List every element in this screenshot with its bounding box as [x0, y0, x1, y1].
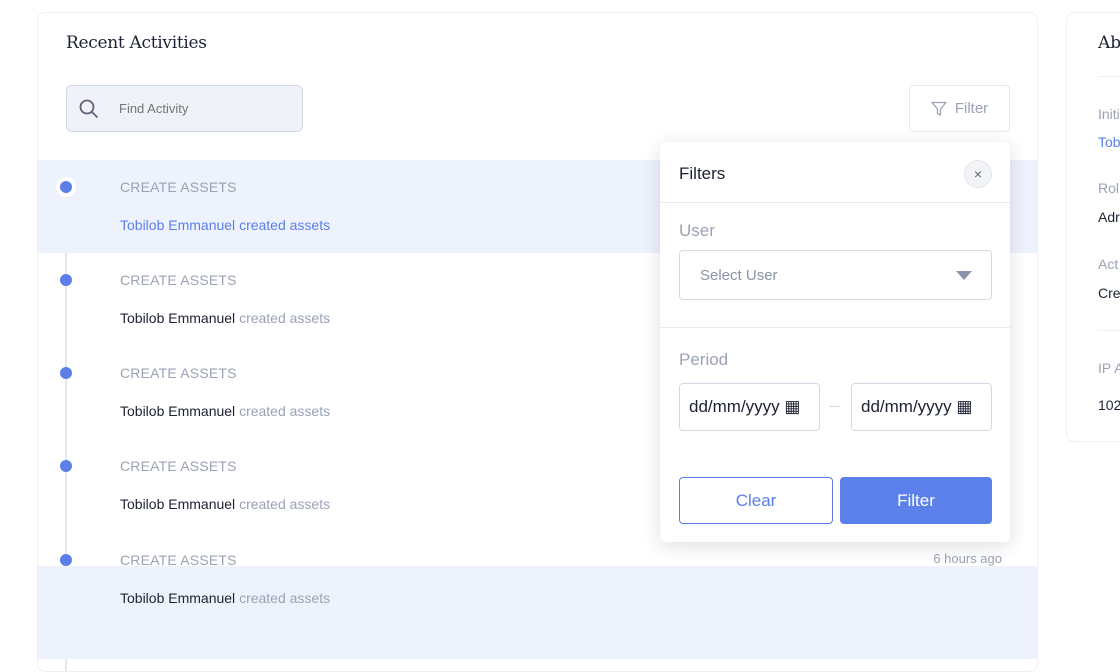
activity-text: Tobilob Emmanuel created assets [120, 403, 330, 419]
activity-action: created assets [239, 310, 331, 326]
ip-label: IP A [1098, 360, 1120, 376]
activity-action: created assets [239, 496, 331, 512]
role-value: Adr [1098, 209, 1120, 225]
user-select-placeholder: Select User [700, 267, 778, 284]
activity-label: CREATE ASSETS [120, 365, 237, 381]
range-dash [829, 406, 840, 407]
timeline-dot [60, 181, 72, 193]
activity-label: CREATE ASSETS [120, 552, 237, 568]
divider [1098, 330, 1120, 331]
apply-filter-button[interactable]: Filter [840, 477, 992, 524]
period-to-input[interactable]: dd/mm/yyyy ▦ [851, 383, 992, 431]
panel-title: Recent Activities [66, 33, 207, 53]
calendar-icon[interactable]: ▦ [956, 397, 972, 416]
activity-user: Tobilob Emmanuel [120, 590, 236, 606]
activity-label: CREATE ASSETS [120, 272, 237, 288]
role-label: Rol [1098, 180, 1120, 196]
activity-action: created assets [239, 217, 331, 233]
ip-value: 102 [1098, 397, 1120, 413]
search-icon [79, 99, 99, 119]
activity-action: created assets [239, 590, 331, 606]
activity-time: 6 hours ago [933, 551, 1002, 566]
calendar-icon[interactable]: ▦ [784, 397, 800, 416]
period-from-input[interactable]: dd/mm/yyyy ▦ [679, 383, 820, 431]
activity-user: Tobilob Emmanuel [120, 217, 236, 233]
filters-title: Filters [679, 164, 726, 183]
period-label: Period [679, 350, 729, 369]
activity-row[interactable]: CREATE ASSETS Tobilob Emmanuel created a… [38, 533, 1037, 626]
divider [660, 202, 1010, 203]
from-placeholder: dd/mm/yyyy [689, 397, 780, 416]
divider [1098, 76, 1120, 77]
search-box[interactable] [66, 85, 303, 132]
user-label: User [679, 221, 715, 240]
timeline-dot [60, 554, 72, 566]
search-input[interactable] [119, 86, 289, 131]
activity-text: Tobilob Emmanuel created assets [120, 310, 330, 326]
initiator-value[interactable]: Tob [1098, 134, 1120, 150]
caret-down-icon [956, 271, 972, 280]
action-label: Act [1098, 256, 1119, 272]
activity-text: Tobilob Emmanuel created assets [120, 217, 330, 233]
timeline-dot [60, 367, 72, 379]
about-panel: Abo Initi Tob Rol Adr Act Cre IP A 102 [1066, 12, 1120, 442]
action-value: Cre [1098, 285, 1120, 301]
activity-text: Tobilob Emmanuel created assets [120, 496, 330, 512]
filter-button-label: Filter [954, 100, 989, 117]
timeline-dot [60, 274, 72, 286]
activity-label: CREATE ASSETS [120, 179, 237, 195]
activity-label: CREATE ASSETS [120, 458, 237, 474]
timeline-dot [60, 460, 72, 472]
activity-action: created assets [239, 403, 331, 419]
filter-icon [931, 101, 947, 116]
close-icon[interactable]: × [964, 160, 992, 188]
divider [660, 327, 1010, 328]
to-placeholder: dd/mm/yyyy [861, 397, 952, 416]
user-select[interactable]: Select User [679, 250, 992, 300]
activity-user: Tobilob Emmanuel [120, 403, 236, 419]
activity-user: Tobilob Emmanuel [120, 310, 236, 326]
clear-button[interactable]: Clear [679, 477, 833, 524]
activity-text: Tobilob Emmanuel created assets [120, 590, 330, 606]
about-title: Abo [1098, 33, 1120, 53]
activity-user: Tobilob Emmanuel [120, 496, 236, 512]
initiator-label: Initi [1098, 106, 1120, 122]
filter-button[interactable]: Filter [909, 85, 1010, 132]
filters-popover: Filters × User Select User Period dd/mm/… [660, 142, 1010, 542]
